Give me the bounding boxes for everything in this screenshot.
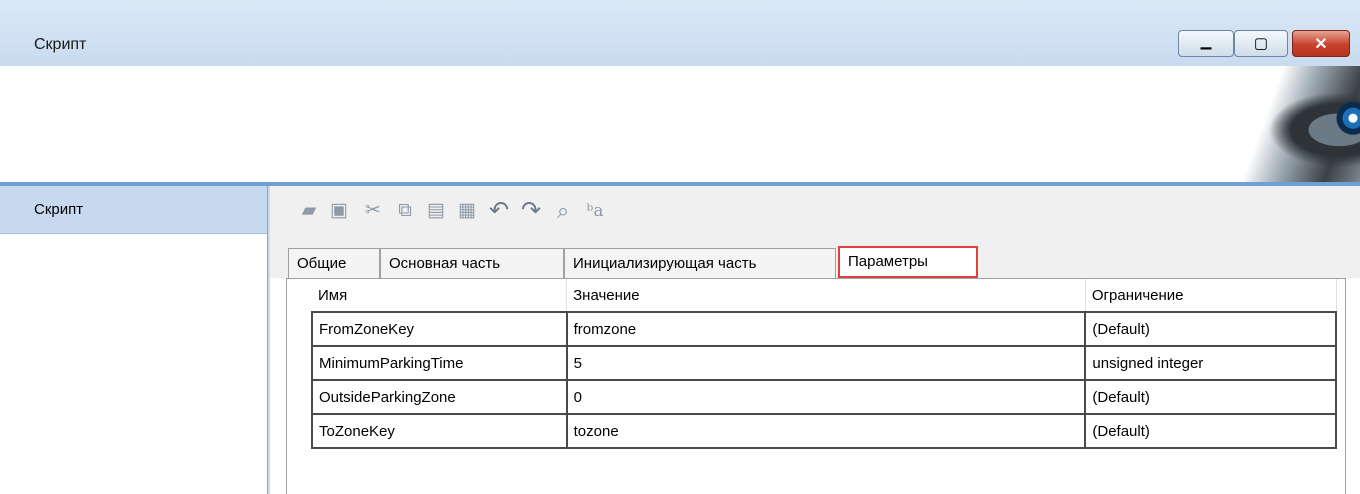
copy-icon[interactable]: ⧉ — [394, 200, 416, 222]
cell-name[interactable]: FromZoneKey — [311, 311, 568, 347]
cell-value[interactable]: 5 — [565, 345, 1087, 381]
cell-name[interactable]: MinimumParkingTime — [311, 345, 568, 381]
sidebar-item-label: Скрипт — [34, 201, 84, 218]
undo-icon[interactable]: ↶ — [488, 199, 510, 223]
minimize-button[interactable]: ▁ — [1178, 30, 1234, 57]
cell-value[interactable]: tozone — [565, 413, 1087, 449]
save-icon[interactable]: ▣ — [328, 200, 350, 222]
app-window: Скрипт ▁ ▢ ✕ Скрипт ▰ ▣ ✂ ⧉ ▤ ▦ ↶ ↷ ⌕ ᵇa — [0, 0, 1360, 494]
maximize-button[interactable]: ▢ — [1234, 30, 1288, 57]
column-header-constraint[interactable]: Ограничение — [1085, 279, 1337, 313]
sidebar: Скрипт — [0, 186, 268, 494]
cell-constraint[interactable]: unsigned integer — [1084, 345, 1337, 381]
cell-constraint[interactable]: (Default) — [1084, 413, 1337, 449]
editor-panel: ▰ ▣ ✂ ⧉ ▤ ▦ ↶ ↷ ⌕ ᵇa Общие Основная част… — [270, 186, 1360, 494]
window-title: Скрипт — [34, 36, 87, 53]
wolf-eye-logo — [1220, 66, 1360, 182]
header-banner — [0, 66, 1360, 186]
cut-icon[interactable]: ✂ — [362, 200, 384, 222]
column-header-value[interactable]: Значение — [566, 279, 1086, 313]
cell-value[interactable]: fromzone — [565, 311, 1087, 347]
tab-init-part[interactable]: Инициализирующая часть — [564, 248, 836, 278]
table-row[interactable]: FromZoneKey fromzone (Default) — [311, 311, 1337, 347]
cell-name[interactable]: OutsideParkingZone — [311, 379, 568, 415]
tab-label: Параметры — [848, 253, 928, 270]
cell-name[interactable]: ToZoneKey — [311, 413, 568, 449]
delete-doc-icon[interactable]: ▦ — [456, 200, 478, 222]
tab-label: Основная часть — [389, 255, 501, 272]
maximize-icon: ▢ — [1253, 35, 1269, 52]
table-row[interactable]: MinimumParkingTime 5 unsigned integer — [311, 345, 1337, 381]
cell-constraint[interactable]: (Default) — [1084, 379, 1337, 415]
toolbar: ▰ ▣ ✂ ⧉ ▤ ▦ ↶ ↷ ⌕ ᵇa — [270, 186, 1360, 238]
close-button[interactable]: ✕ — [1292, 30, 1350, 57]
find-icon[interactable]: ⌕ — [552, 200, 574, 222]
title-bar[interactable]: Скрипт ▁ ▢ ✕ — [0, 0, 1360, 64]
sidebar-item-script[interactable]: Скрипт — [0, 186, 267, 234]
cell-value[interactable]: 0 — [565, 379, 1087, 415]
replace-icon[interactable]: ᵇa — [584, 200, 606, 222]
tab-label: Инициализирующая часть — [573, 255, 757, 272]
close-icon: ✕ — [1314, 36, 1328, 53]
table-header-row: Имя Значение Ограничение — [312, 279, 1337, 313]
minimize-icon: ▁ — [1200, 33, 1212, 49]
paste-icon[interactable]: ▤ — [425, 200, 447, 222]
tab-general[interactable]: Общие — [288, 248, 380, 278]
tab-strip: Общие Основная часть Инициализирующая ча… — [270, 238, 1360, 278]
table-row[interactable]: OutsideParkingZone 0 (Default) — [311, 379, 1337, 415]
column-header-name[interactable]: Имя — [312, 279, 568, 313]
tab-main-part[interactable]: Основная часть — [380, 248, 564, 278]
table-row[interactable]: ToZoneKey tozone (Default) — [311, 413, 1337, 449]
redo-icon[interactable]: ↷ — [520, 199, 542, 223]
tab-label: Общие — [297, 255, 347, 272]
parameters-grid: Имя Значение Ограничение FromZoneKey fro… — [286, 278, 1346, 494]
cell-constraint[interactable]: (Default) — [1084, 311, 1337, 347]
tab-parameters[interactable]: Параметры — [838, 246, 978, 278]
parameters-table: Имя Значение Ограничение FromZoneKey fro… — [311, 279, 1337, 449]
open-folder-icon[interactable]: ▰ — [298, 200, 320, 222]
